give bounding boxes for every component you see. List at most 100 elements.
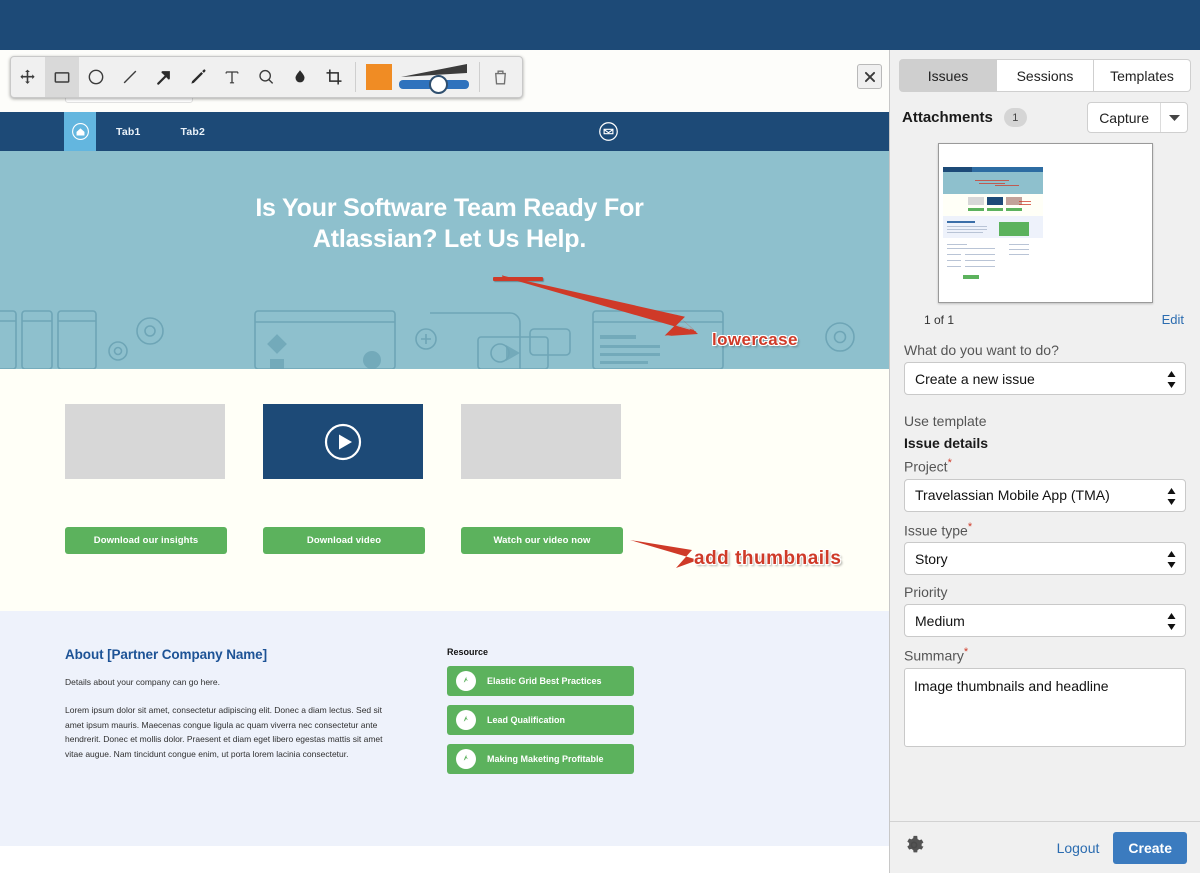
what-to-do-select[interactable]: Create a new issue: [904, 362, 1186, 395]
arrow-tool-button[interactable]: [147, 57, 181, 97]
card-cta-button[interactable]: Watch our video now: [461, 527, 623, 554]
about-section: About [Partner Company Name] Details abo…: [0, 611, 889, 846]
trash-icon: [491, 68, 510, 87]
about-body-text: Lorem ipsum dolor sit amet, consectetur …: [65, 703, 390, 761]
annotation-arrow-lowercase[interactable]: [498, 272, 713, 347]
project-select[interactable]: Travelassian Mobile App (TMA): [904, 479, 1186, 512]
resource-heading: Resource: [447, 647, 637, 657]
issue-type-label: Issue type*: [904, 521, 1186, 539]
use-template-label[interactable]: Use template: [904, 413, 1186, 429]
summary-input[interactable]: [904, 668, 1186, 747]
annotation-label-add-thumbnails[interactable]: add thumbnails: [694, 548, 841, 570]
card-item: Download video: [263, 404, 425, 554]
resource-link[interactable]: Elastic Grid Best Practices: [447, 666, 634, 696]
card-item: Watch our video now: [461, 404, 623, 554]
resource-label: Lead Qualification: [487, 715, 565, 725]
text-tool-button[interactable]: [215, 57, 249, 97]
pen-icon: [188, 67, 208, 87]
required-asterisk: *: [964, 646, 968, 658]
line-tool-button[interactable]: [113, 57, 147, 97]
ellipse-tool-button[interactable]: [79, 57, 113, 97]
line-width-slider[interactable]: [397, 60, 471, 94]
issue-details-label: Issue details: [904, 435, 1186, 451]
create-button[interactable]: Create: [1113, 832, 1187, 864]
project-value: Travelassian Mobile App (TMA): [915, 487, 1110, 503]
select-arrows-icon: [1167, 371, 1176, 391]
panel-footer: Logout Create: [890, 821, 1200, 873]
what-to-do-label: What do you want to do?: [904, 342, 1186, 358]
gear-icon-svg: [903, 834, 925, 856]
summary-label: Summary*: [904, 646, 1186, 664]
arrow-icon: [153, 67, 174, 88]
line-icon: [120, 67, 140, 87]
priority-label: Priority: [904, 584, 1186, 600]
pdf-icon: [456, 671, 476, 691]
droplet-icon: [291, 68, 309, 86]
priority-select[interactable]: Medium: [904, 604, 1186, 637]
rectangle-icon: [52, 67, 72, 87]
select-arrows-icon: [1167, 488, 1176, 508]
rectangle-tool-button[interactable]: [45, 57, 79, 97]
tab-issues[interactable]: Issues: [899, 59, 997, 92]
move-icon: [18, 68, 37, 87]
home-icon[interactable]: [64, 112, 96, 151]
tab-sessions[interactable]: Sessions: [997, 59, 1094, 92]
site-tab-1[interactable]: Tab1: [116, 126, 141, 138]
magnify-tool-button[interactable]: [249, 57, 283, 97]
annotation-label-lowercase[interactable]: lowercase: [712, 330, 798, 350]
close-icon: [863, 70, 877, 84]
chevron-down-icon[interactable]: [1161, 103, 1187, 132]
envelope-icon[interactable]: [598, 121, 619, 147]
site-tab-2[interactable]: Tab2: [181, 126, 206, 138]
crop-icon: [324, 67, 344, 87]
what-to-do-value: Create a new issue: [915, 371, 1035, 387]
attachments-header: Attachments 1 Capture: [890, 92, 1200, 139]
attachment-pager: 1 of 1: [924, 313, 954, 327]
cards-section: Download our insights Download video Wat…: [0, 369, 889, 611]
card-cta-button[interactable]: Download video: [263, 527, 425, 554]
card-video-thumbnail[interactable]: [263, 404, 423, 479]
pdf-icon: [456, 749, 476, 769]
resource-column: Resource Elastic Grid Best Practices: [447, 647, 637, 774]
capture-button-label: Capture: [1088, 103, 1160, 132]
attachments-count-badge: 1: [1004, 108, 1027, 127]
site-navbar: Tab1 Tab2: [0, 112, 889, 151]
ellipse-icon: [86, 67, 106, 87]
issue-panel: Issues Sessions Templates Attachments 1 …: [889, 50, 1200, 873]
close-button[interactable]: [857, 64, 882, 89]
capture-button[interactable]: Capture: [1087, 102, 1188, 133]
priority-value: Medium: [915, 613, 965, 629]
resource-link[interactable]: Lead Qualification: [447, 705, 634, 735]
select-arrows-icon: [1167, 551, 1176, 571]
summary-label-text: Summary: [904, 648, 964, 664]
panel-tabs: Issues Sessions Templates: [890, 50, 1200, 92]
edit-attachment-link[interactable]: Edit: [1162, 312, 1184, 327]
gear-icon[interactable]: [903, 834, 925, 861]
required-asterisk: *: [968, 521, 972, 533]
toolbar-divider: [479, 62, 480, 92]
slider-knob[interactable]: [429, 75, 448, 94]
move-tool-button[interactable]: [11, 57, 45, 97]
attachment-preview-wrap: [890, 143, 1200, 303]
blur-tool-button[interactable]: [283, 57, 317, 97]
resource-label: Elastic Grid Best Practices: [487, 676, 602, 686]
color-swatch-button[interactable]: [366, 64, 392, 90]
delete-tool-button[interactable]: [484, 57, 518, 97]
about-subtext: Details about your company can go here.: [65, 677, 390, 687]
pdf-icon: [456, 710, 476, 730]
app-root: PARTNER LOGO Tab1 Tab2 Is Your S: [0, 0, 1200, 873]
resource-link[interactable]: Making Maketing Profitable: [447, 744, 634, 774]
hero-line-2: Atlassian? Let Us Help.: [313, 225, 586, 253]
pen-tool-button[interactable]: [181, 57, 215, 97]
card-cta-button[interactable]: Download our insights: [65, 527, 227, 554]
attachment-thumbnail[interactable]: [938, 143, 1153, 303]
logout-link[interactable]: Logout: [1057, 840, 1100, 856]
tab-templates[interactable]: Templates: [1094, 59, 1191, 92]
card-item: Download our insights: [65, 404, 227, 554]
crop-tool-button[interactable]: [317, 57, 351, 97]
issue-type-select[interactable]: Story: [904, 542, 1186, 575]
captured-page-canvas[interactable]: PARTNER LOGO Tab1 Tab2 Is Your S: [0, 50, 889, 873]
resource-label: Making Maketing Profitable: [487, 754, 604, 764]
card-thumbnail-placeholder: [461, 404, 621, 479]
card-thumbnail-placeholder: [65, 404, 225, 479]
